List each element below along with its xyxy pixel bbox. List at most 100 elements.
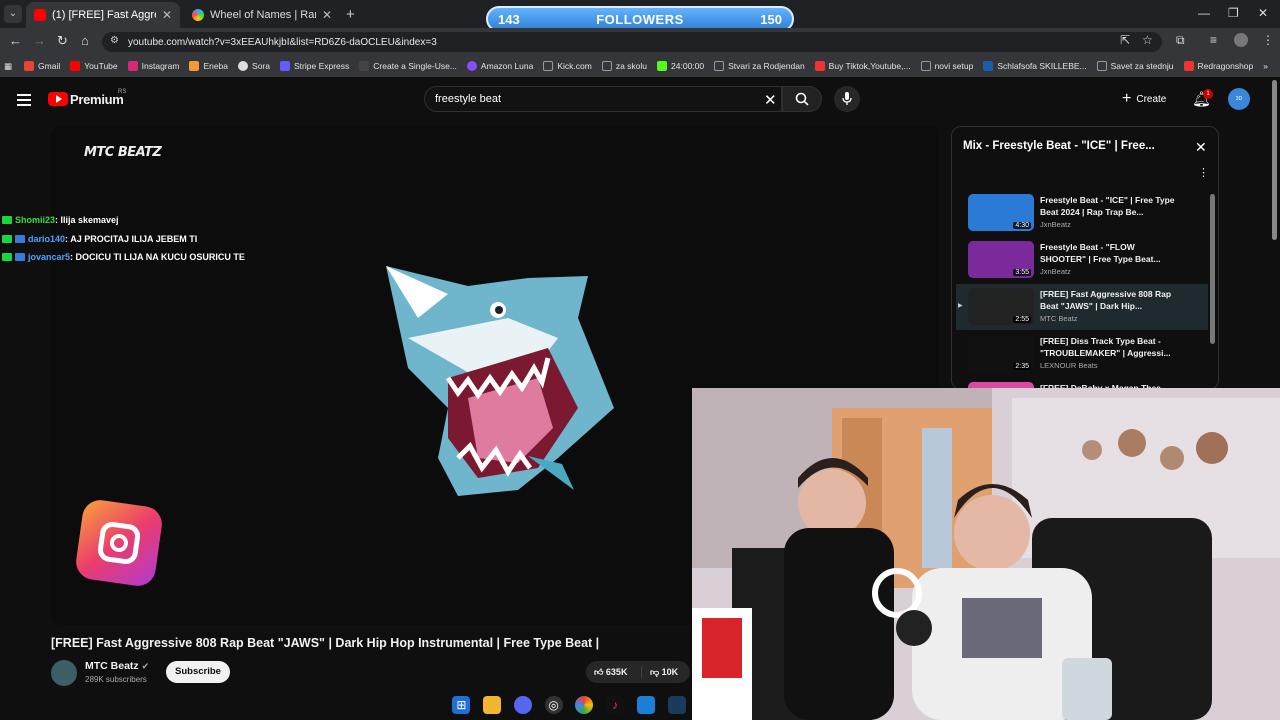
subscribe-button[interactable]: Subscribe	[166, 661, 230, 683]
playlist-scrollbar[interactable]	[1210, 194, 1215, 344]
bookmark-star-icon[interactable]: ☆	[1142, 33, 1153, 47]
rocket-league-icon[interactable]	[667, 696, 686, 714]
bookmark-buy-tiktok[interactable]: Buy Tiktok,Youtube,...	[814, 61, 911, 71]
tab-search-icon[interactable]: ⌄	[4, 5, 22, 23]
site-info-icon[interactable]: ⚙	[110, 35, 119, 46]
hamburger-menu-icon[interactable]	[17, 94, 31, 106]
clear-search-icon[interactable]: ✕	[764, 91, 777, 109]
bookmark-gmail[interactable]: Gmail	[24, 61, 60, 71]
bookmark-amazon-luna[interactable]: Amazon Luna	[466, 61, 533, 71]
kick-badge-icon	[2, 253, 12, 262]
chat-username: dario140	[28, 233, 66, 244]
reload-icon[interactable]: ↻	[57, 33, 68, 49]
chat-text: : DOCICU TI LIJA NA KUCU OSURICU TE	[70, 252, 245, 263]
bookmark-stripe[interactable]: Stripe Express	[280, 61, 349, 71]
bookmark-label: Stripe Express	[294, 61, 350, 71]
subscriber-badge-icon	[15, 234, 25, 243]
playlist-item[interactable]: 3:55 Freestyle Beat - "FLOW SHOOTER" | F…	[956, 237, 1208, 283]
install-app-icon[interactable]: ⇱	[1120, 33, 1130, 47]
more-options-icon[interactable]: ⋮	[1198, 166, 1209, 179]
create-button[interactable]: + Create	[1122, 88, 1166, 110]
playlist-item-title: [FREE] Fast Aggressive 808 Rap Beat "JAW…	[1040, 289, 1172, 311]
bookmark-instagram[interactable]: Instagram	[127, 61, 179, 71]
extensions-icon[interactable]: ⧉	[1176, 33, 1185, 48]
chat-message: Shomii23 : Ilija skemavej	[2, 211, 245, 230]
calculator-icon[interactable]	[636, 696, 655, 714]
bookmark-eneba[interactable]: Eneba	[189, 61, 228, 71]
more-bookmarks-icon[interactable]: »	[1263, 61, 1268, 71]
tiktok-icon[interactable]: ♪	[606, 696, 625, 714]
youtube-premium-logo[interactable]: Premium	[70, 92, 124, 107]
url-text: youtube.com/watch?v=3xEEAUhkjbI&list=RD6…	[128, 36, 437, 48]
bookmark-label: za skolu	[615, 61, 648, 71]
video-title: [FREE] Fast Aggressive 808 Rap Beat "JAW…	[51, 636, 600, 650]
microphone-icon	[842, 92, 852, 105]
thumbs-down-icon: 👎︎	[650, 666, 660, 677]
channel-name-text: MTC Beatz	[85, 660, 139, 672]
bookmark-rodjendan[interactable]: Stvari za Rodjendan	[714, 61, 805, 71]
discord-icon[interactable]	[513, 696, 532, 714]
chat-text: : Ilija skemavej	[55, 215, 119, 226]
tab-wheel-of-names[interactable]: Wheel of Names | Random nam ✕	[184, 2, 340, 28]
restore-icon[interactable]: ❐	[1228, 6, 1239, 20]
dislike-button[interactable]: 👎︎ 10K	[642, 667, 678, 678]
bookmark-sora[interactable]: Sora	[238, 61, 270, 71]
dislike-count: 10K	[661, 666, 679, 677]
folder-icon	[920, 61, 931, 71]
playlist-item[interactable]: 4:30 Freestyle Beat - "ICE" | Free Type …	[956, 190, 1208, 236]
apps-grid-icon[interactable]: ▦	[4, 61, 12, 72]
bookmark-schlafsofa[interactable]: Schlafsofa SKILLEBE...	[983, 61, 1087, 71]
search-input[interactable]: freestyle beat	[424, 86, 782, 112]
tab-close-icon[interactable]: ✕	[322, 8, 332, 22]
like-button[interactable]: 👍︎ 635K	[586, 666, 642, 678]
plus-icon: +	[1122, 90, 1132, 107]
playlist-item[interactable]: 2:35 [FREE] Diss Track Type Beat - "TROU…	[956, 331, 1208, 377]
shark-artwork-image	[386, 266, 614, 496]
playlist-item-channel: LEXNOUR Beats	[1040, 361, 1098, 370]
page-scrollbar[interactable]	[1272, 80, 1277, 240]
close-playlist-icon[interactable]: ✕	[1195, 139, 1207, 156]
bookmark-savet[interactable]: Savet za stednju	[1096, 61, 1174, 71]
folder-icon	[1096, 61, 1107, 71]
video-thumbnail: 3:55	[968, 241, 1034, 278]
address-bar[interactable]: youtube.com/watch?v=3xEEAUhkjbI&list=RD6…	[102, 32, 1162, 52]
create-label: Create	[1136, 93, 1167, 105]
bookmark-24h[interactable]: 24:00:00	[657, 61, 704, 71]
tab-close-icon[interactable]: ✕	[162, 8, 172, 22]
windows-start-icon[interactable]: ⊞	[452, 696, 471, 714]
playlist-item-current[interactable]: ▶ 2:55 [FREE] Fast Aggressive 808 Rap Be…	[956, 284, 1208, 330]
bookmark-za-skolu[interactable]: za skolu	[601, 61, 648, 71]
bookmark-novi-setup[interactable]: novi setup	[920, 61, 973, 71]
webcam-feed	[692, 388, 1280, 720]
chat-message: dario140 : AJ PROCITAJ ILIJA JEBEM TI	[2, 230, 245, 249]
bookmark-youtube[interactable]: YouTube	[70, 61, 118, 71]
search-button[interactable]	[782, 86, 822, 112]
minimize-icon[interactable]: —	[1198, 6, 1210, 20]
voice-search-button[interactable]	[834, 86, 860, 112]
window-close-icon[interactable]: ✕	[1258, 6, 1268, 20]
channel-name[interactable]: MTC Beatz ✔	[85, 660, 149, 672]
bookmark-kick[interactable]: Kick.com	[543, 61, 592, 71]
tab-youtube[interactable]: (1) [FREE] Fast Aggressive 808 R ✕	[26, 2, 180, 28]
browser-menu-icon[interactable]: ⋮	[1262, 33, 1274, 47]
bookmark-label: Buy Tiktok,Youtube,...	[828, 61, 911, 71]
forward-arrow-icon[interactable]: →	[33, 33, 46, 48]
obs-icon[interactable]: ◎	[544, 696, 563, 714]
back-arrow-icon[interactable]: ←	[9, 33, 22, 48]
bookmark-label: Schlafsofa SKILLEBE...	[997, 61, 1087, 71]
new-tab-plus-icon[interactable]: +	[346, 6, 355, 23]
youtube-logo-icon[interactable]	[48, 92, 68, 106]
subscriber-badge-icon	[15, 253, 25, 262]
thumbs-up-icon: 👍︎	[594, 666, 604, 677]
home-icon[interactable]: ⌂	[81, 33, 89, 48]
reading-list-icon[interactable]: ≡	[1210, 33, 1217, 47]
profile-avatar-icon[interactable]	[1234, 33, 1248, 47]
account-avatar[interactable]: 3D	[1228, 88, 1250, 110]
chrome-icon[interactable]	[575, 696, 594, 714]
file-explorer-icon[interactable]	[483, 696, 502, 714]
channel-avatar[interactable]	[51, 660, 77, 686]
bookmark-redragon[interactable]: Redragonshop	[1183, 61, 1253, 71]
folder-icon	[601, 61, 612, 71]
bookmark-single-use[interactable]: Create a Single-Use...	[359, 61, 457, 71]
kick-icon	[657, 61, 668, 71]
